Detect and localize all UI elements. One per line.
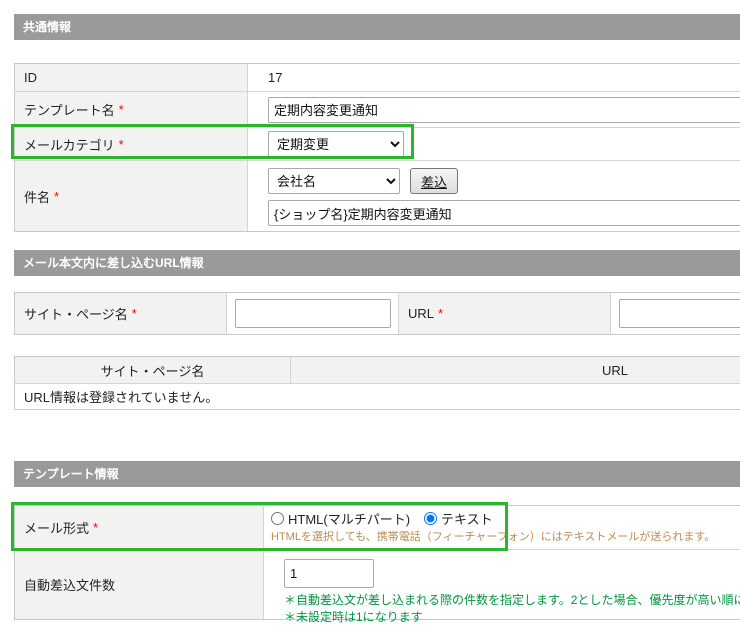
id-label: ID xyxy=(15,64,248,91)
url-list-empty-message: URL情報は登録されていません。 xyxy=(15,384,740,409)
section-header-template-info: テンプレート情報 xyxy=(14,461,740,487)
row-subject: 件名 * 会社名 差込 xyxy=(15,160,740,231)
row-template-name: テンプレート名 * xyxy=(15,91,740,127)
template-name-label: テンプレート名 * xyxy=(15,92,248,127)
auto-insert-count-input[interactable] xyxy=(284,559,374,588)
required-marker: * xyxy=(438,306,443,321)
mail-category-select[interactable]: 定期変更 xyxy=(268,131,404,157)
mail-category-label: メールカテゴリ * xyxy=(15,128,248,160)
auto-insert-note-2: ＊未設定時は1になります xyxy=(284,609,740,626)
row-id: ID 17 xyxy=(15,64,740,91)
required-marker: * xyxy=(54,189,59,204)
radio-option-html[interactable]: HTML(マルチパート) xyxy=(271,509,410,528)
row-mail-category: メールカテゴリ * 定期変更 xyxy=(15,127,740,160)
subject-insert-select[interactable]: 会社名 xyxy=(268,168,400,194)
required-marker: * xyxy=(119,137,124,152)
auto-insert-note-1: ＊自動差込文が差し込まれる際の件数を指定します。2とした場合、優先度が高い順に２… xyxy=(284,592,740,609)
url-label: URL * xyxy=(399,293,611,334)
section-header-url-info: メール本文内に差し込むURL情報 xyxy=(14,250,740,276)
required-marker: * xyxy=(132,306,137,321)
mail-format-label: メール形式 * xyxy=(15,506,264,549)
id-value: 17 xyxy=(248,64,740,91)
text-radio[interactable] xyxy=(424,512,437,525)
url-list-header-row: サイト・ページ名 URL xyxy=(15,357,740,383)
common-info-table: ID 17 テンプレート名 * メールカテゴリ * 定期変更 xyxy=(14,63,740,232)
row-auto-insert-count: 自動差込文件数 ＊自動差込文が差し込まれる際の件数を指定します。2とした場合、優… xyxy=(15,549,740,619)
required-marker: * xyxy=(93,520,98,535)
radio-option-text[interactable]: テキスト xyxy=(424,509,493,528)
url-list-table: サイト・ページ名 URL URL情報は登録されていません。 xyxy=(14,356,740,410)
subject-input[interactable] xyxy=(268,200,740,226)
url-input[interactable] xyxy=(619,299,740,328)
subject-label: 件名 * xyxy=(15,161,248,231)
auto-insert-label: 自動差込文件数 xyxy=(15,550,264,619)
row-mail-format: メール形式 * HTML(マルチパート) テキスト HTMLを選択しても、携帯電… xyxy=(15,506,740,549)
html-multipart-radio[interactable] xyxy=(271,512,284,525)
site-page-input[interactable] xyxy=(235,299,391,328)
url-list-header-site-page: サイト・ページ名 xyxy=(15,357,291,383)
insert-button[interactable]: 差込 xyxy=(410,168,458,194)
url-list-empty-row: URL情報は登録されていません。 xyxy=(15,383,740,409)
site-page-label: サイト・ページ名 * xyxy=(15,293,227,334)
mail-format-note: HTMLを選択しても、携帯電話（フィーチャーフォン）にはテキストメールが送られま… xyxy=(271,528,740,544)
template-name-input[interactable] xyxy=(268,97,740,123)
email-template-edit-page: 共通情報 ID 17 テンプレート名 * メールカテゴリ * xyxy=(0,0,740,633)
section-header-common: 共通情報 xyxy=(14,14,740,40)
required-marker: * xyxy=(119,102,124,117)
url-list-header-url: URL xyxy=(291,357,740,383)
template-info-table: メール形式 * HTML(マルチパート) テキスト HTMLを選択しても、携帯電… xyxy=(14,505,740,620)
url-entry-form: サイト・ページ名 * URL * xyxy=(14,292,740,335)
